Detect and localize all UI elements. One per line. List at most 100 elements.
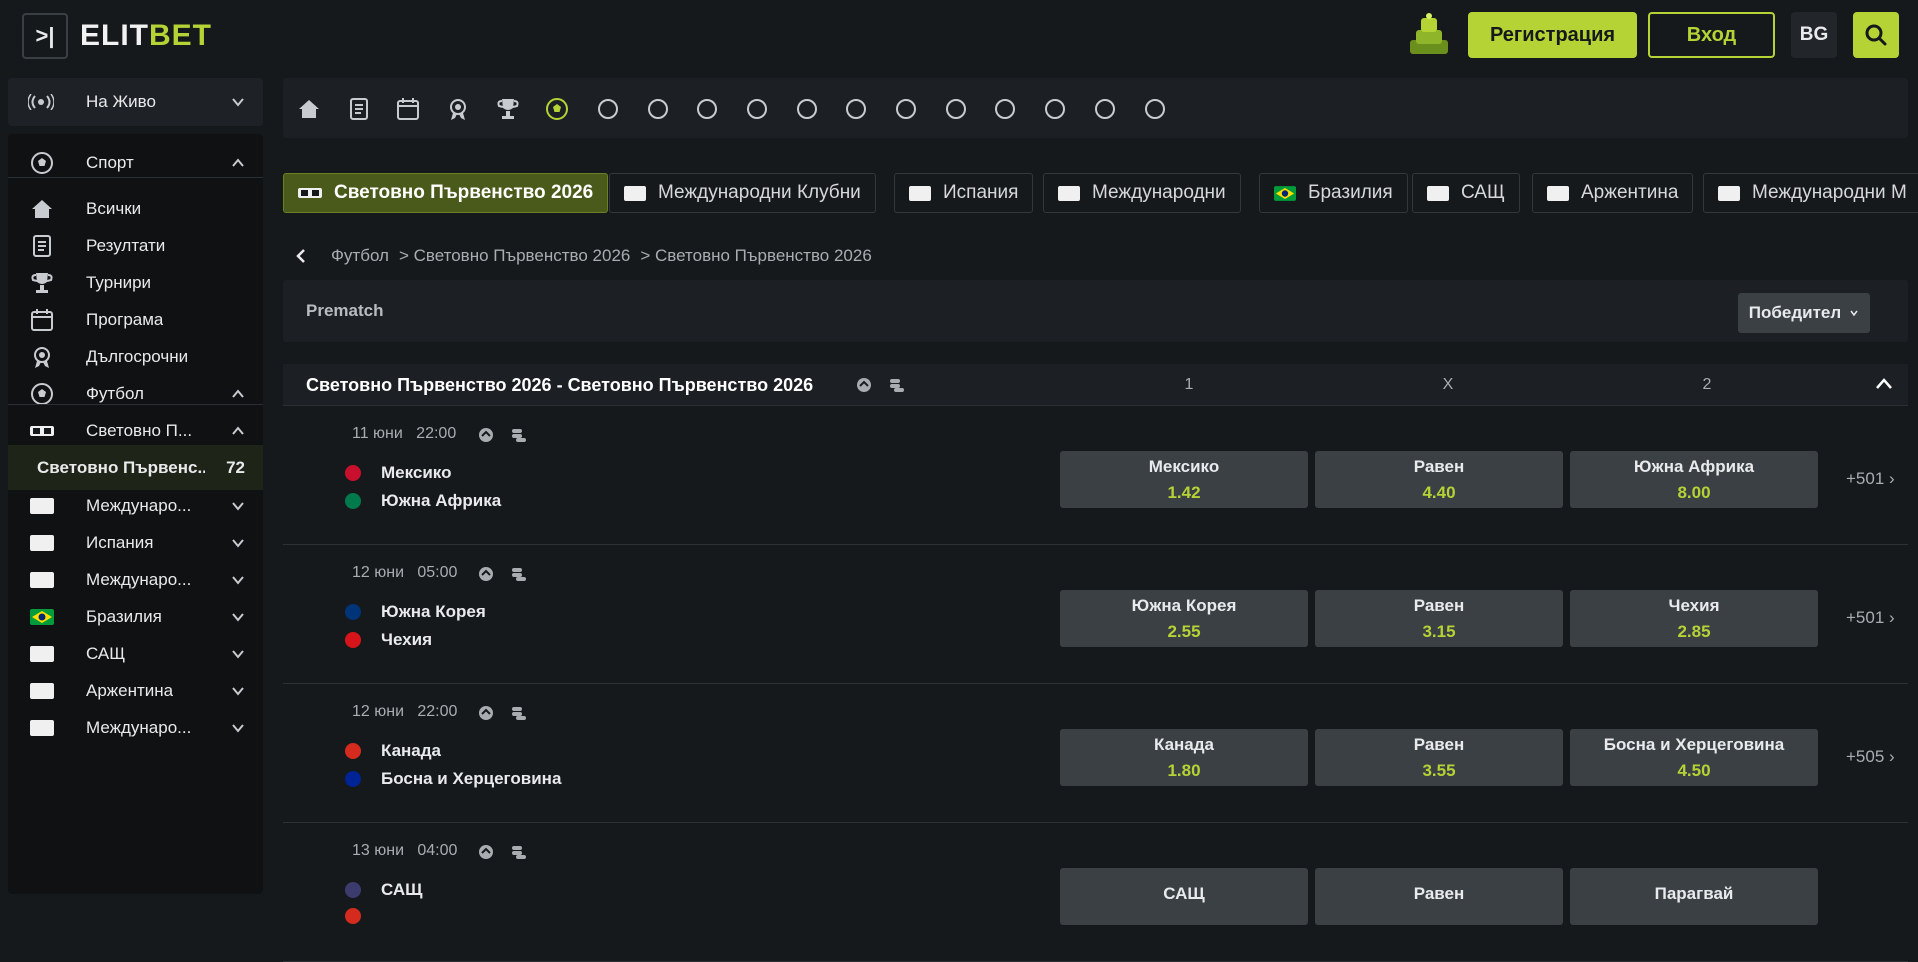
team-flag-icon <box>345 604 361 620</box>
logo[interactable]: >| ELITBET <box>22 13 212 59</box>
coins-icon[interactable] <box>511 705 527 721</box>
odds-button[interactable]: Южна Корея 2.55 <box>1060 590 1308 647</box>
flag-icon <box>1718 185 1740 201</box>
boxing-icon[interactable] <box>1089 93 1121 125</box>
odds-button[interactable]: Парагвай <box>1570 868 1818 925</box>
more-markets-link[interactable]: +501 › <box>1846 469 1895 489</box>
flag-icon <box>1058 185 1080 201</box>
stats-icon[interactable] <box>478 427 494 443</box>
breadcrumb: Футбол > Световно Първенство 2026 > Свет… <box>283 243 872 269</box>
stats-icon[interactable] <box>856 377 872 393</box>
calendar-icon[interactable] <box>392 93 424 125</box>
odds-button[interactable]: Равен 3.15 <box>1315 590 1563 647</box>
sidebar-live-toggle[interactable]: На Живо <box>8 78 263 126</box>
coins-icon[interactable] <box>889 377 905 393</box>
prematch-label: Prematch <box>306 301 384 320</box>
collapse-chevron-up-icon[interactable] <box>1875 377 1893 391</box>
logo-mark: >| <box>22 13 68 59</box>
league-chip[interactable]: Международни М <box>1703 173 1918 213</box>
team-flag-icon <box>345 465 361 481</box>
darts-icon[interactable] <box>940 93 972 125</box>
language-button[interactable]: BG <box>1791 12 1837 58</box>
results-icon[interactable] <box>343 93 375 125</box>
table-tennis-icon[interactable] <box>840 93 872 125</box>
count-badge: 72 <box>226 457 245 477</box>
league-chip[interactable]: Международни <box>1043 173 1241 213</box>
odds-value: 1.42 <box>1167 482 1201 502</box>
medal-icon[interactable] <box>442 93 474 125</box>
basketball-icon[interactable] <box>642 93 674 125</box>
esports-icon[interactable] <box>1139 93 1171 125</box>
calendar-icon <box>28 306 56 334</box>
odds-selection: Чехия <box>1668 595 1720 615</box>
more-markets-link[interactable]: +505 › <box>1846 747 1895 767</box>
more-markets-link[interactable]: +501 › <box>1846 608 1895 628</box>
league-chip-label: Международни Клубни <box>658 182 861 203</box>
odds-selection: Равен <box>1413 456 1465 476</box>
register-button[interactable]: Регистрация <box>1468 12 1637 58</box>
rugby-icon[interactable] <box>989 93 1021 125</box>
chevron-down-icon <box>232 612 244 622</box>
breadcrumb-football[interactable]: Футбол <box>331 246 389 266</box>
login-button[interactable]: Вход <box>1648 12 1775 58</box>
world-cup-flag-icon <box>28 417 56 445</box>
sidebar-item-label: Аржентина <box>86 680 174 700</box>
flag-icon <box>28 714 56 742</box>
stats-icon[interactable] <box>478 566 494 582</box>
odds-selection: Южна Африка <box>1633 456 1755 476</box>
odds-button[interactable]: Равен 4.40 <box>1315 451 1563 508</box>
trophy-icon[interactable] <box>492 93 524 125</box>
search-button[interactable] <box>1853 12 1899 58</box>
stats-icon[interactable] <box>478 844 494 860</box>
odds-button[interactable]: Чехия 2.85 <box>1570 590 1818 647</box>
trophy-promo-icon[interactable] <box>1404 12 1454 58</box>
world-cup-flag-icon <box>298 186 322 200</box>
league-chip[interactable]: Испания <box>894 173 1034 213</box>
odds-selection: Босна и Херцеговина <box>1603 734 1785 754</box>
sidebar-item[interactable]: Спорт <box>8 140 263 185</box>
league-chip[interactable]: Световно Първенство 2026 <box>283 173 609 213</box>
league-chip[interactable]: Международни Клубни <box>609 173 876 213</box>
baseball-icon[interactable] <box>1039 93 1071 125</box>
odds-button[interactable]: Мексико 1.42 <box>1060 451 1308 508</box>
odds-button[interactable]: Равен 3.55 <box>1315 729 1563 786</box>
away-team <box>345 908 381 924</box>
league-chip[interactable]: Аржентина <box>1532 173 1694 213</box>
col-home: 1 <box>1184 376 1194 393</box>
event-row: 11 юни 22:00 Мексико Южна Африка Мексико 1.4… <box>283 407 1908 545</box>
market-select[interactable]: Победител <box>1738 293 1870 333</box>
coins-icon[interactable] <box>511 427 527 443</box>
odds-button[interactable]: Босна и Херцеговина 4.50 <box>1570 729 1818 786</box>
home-team: Мексико <box>345 463 451 483</box>
american-football-icon[interactable] <box>741 93 773 125</box>
odds-button[interactable]: Южна Африка 8.00 <box>1570 451 1818 508</box>
flag-icon <box>624 185 646 201</box>
chevron-down-icon <box>1850 310 1858 317</box>
breadcrumb-category[interactable]: > Световно Първенство 2026 <box>399 246 630 266</box>
league-title: Световно Първенство 2026 - Световно Първ… <box>306 375 814 395</box>
tennis-icon[interactable] <box>592 93 624 125</box>
league-chip-label: Световно Първенство 2026 <box>334 182 594 203</box>
results-icon <box>28 232 56 260</box>
soccer-ball-icon[interactable] <box>541 93 573 125</box>
handball-icon[interactable] <box>691 93 723 125</box>
sidebar-item-label: Резултати <box>86 235 166 255</box>
odds-button[interactable]: Канада 1.80 <box>1060 729 1308 786</box>
league-chip[interactable]: САЩ <box>1412 173 1520 213</box>
home-icon[interactable] <box>293 93 325 125</box>
stats-icon[interactable] <box>478 705 494 721</box>
odds-button[interactable]: Равен <box>1315 868 1563 925</box>
hockey-icon[interactable] <box>890 93 922 125</box>
odds-button[interactable]: САЩ <box>1060 868 1308 925</box>
league-chip[interactable]: Бразилия <box>1259 173 1408 213</box>
coins-icon[interactable] <box>511 844 527 860</box>
league-chip-label: Международни <box>1092 182 1226 203</box>
sidebar-item[interactable]: Междунаро... <box>8 705 263 750</box>
sidebar-item-label: Междунаро... <box>86 717 192 737</box>
sidebar-item-label: Всички <box>86 198 142 218</box>
chevron-down-icon <box>232 723 244 733</box>
back-arrow-icon[interactable] <box>289 248 313 264</box>
odds-value: 3.55 <box>1422 760 1456 780</box>
coins-icon[interactable] <box>511 566 527 582</box>
volleyball-icon[interactable] <box>791 93 823 125</box>
